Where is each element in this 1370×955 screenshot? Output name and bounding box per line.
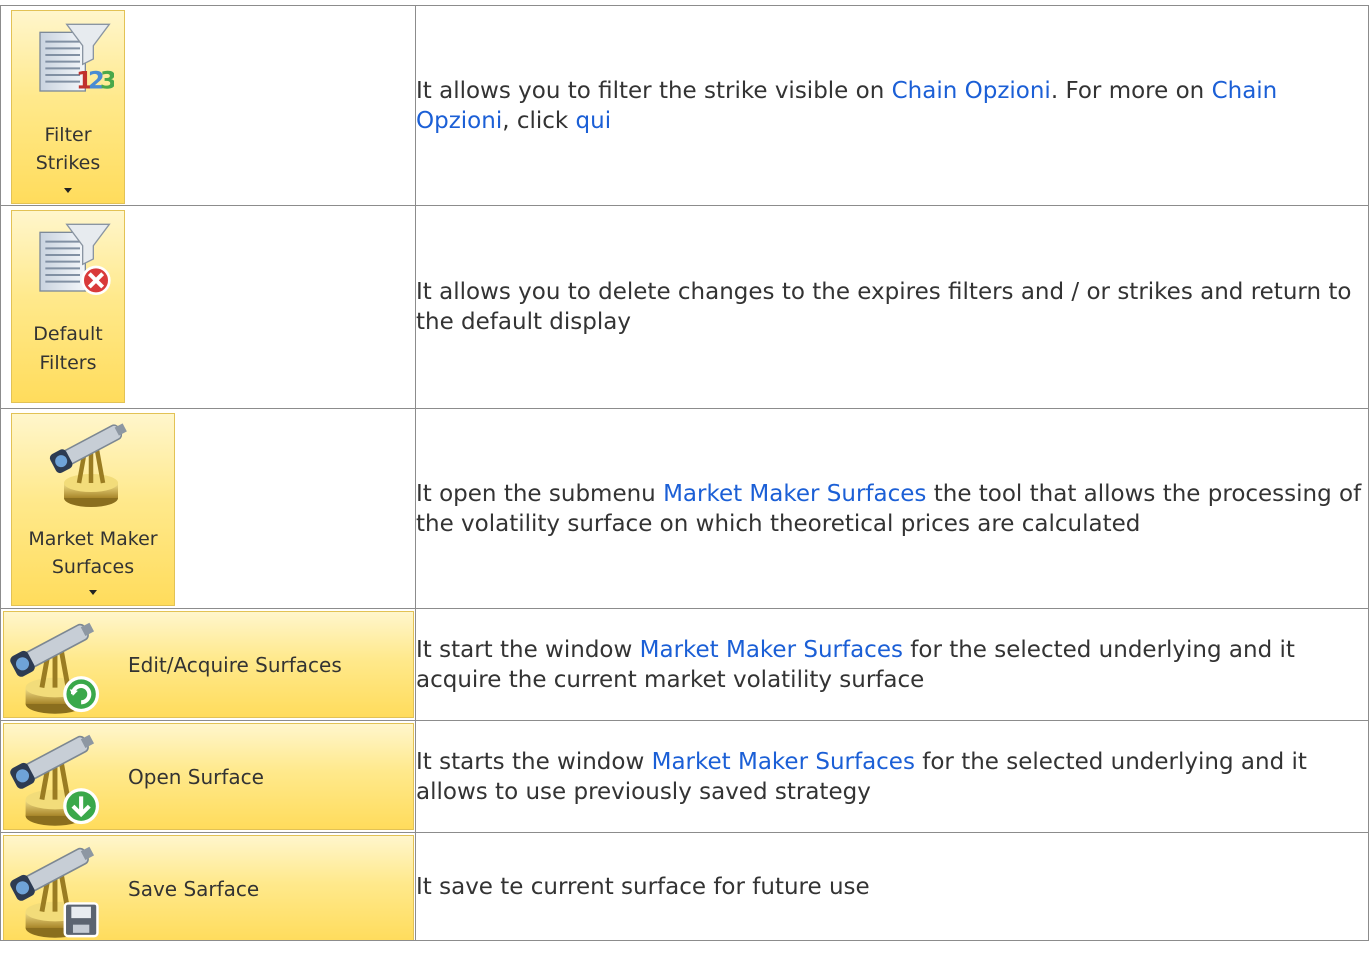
description-link[interactable]: qui [576,108,612,134]
description-text: It open the submenu [416,480,664,507]
telescope-icon [46,420,136,510]
filter-strikes-button[interactable]: 1 2 3 Filter Strikes [11,10,125,204]
filter-strikes-label-1: Filter [44,124,92,146]
market-maker-surfaces-button[interactable]: Market Maker Surfaces [11,413,175,606]
filter-strikes-label-2: Strikes [35,152,101,174]
description-link[interactable]: Market Maker Surfaces [663,481,926,507]
default-filters-label-1: Default [33,323,103,345]
telescope-download-icon [6,730,104,830]
description-text: It starts the window [416,748,652,775]
button-cell: Default Filters [0,205,416,409]
row-description: It save te current surface for future us… [415,832,1369,941]
row-description: It allows you to delete changes to the e… [415,205,1369,409]
row-description: It starts the window Market Maker Surfac… [415,720,1369,833]
description-link[interactable]: Chain Opzioni [892,78,1051,104]
default-filters-label-2: Filters [39,352,97,374]
chevron-down-icon [64,188,72,193]
description-text: . For more on [1050,77,1212,104]
edit-acquire-surfaces-label: Edit/Acquire Surfaces [128,653,342,677]
open-surface-label: Open Surface [128,765,264,789]
default-filters-icon [30,219,111,295]
row-description: It start the window Market Maker Surface… [415,608,1369,721]
table-row: Edit/Acquire Surfaces It start the windo… [0,608,1369,721]
table-row: Save Sarface It save te current surface … [0,832,1369,941]
description-text: It start the window [416,636,640,663]
button-cell: Open Surface [0,720,416,833]
button-cell: Market Maker Surfaces [0,408,416,609]
row-description: It open the submenu Market Maker Surface… [415,408,1369,609]
help-table: 1 2 3 Filter Strikes It allows you to fi… [0,5,1369,941]
market-maker-surfaces-label-1: Market Maker [28,528,158,550]
description-link[interactable]: Market Maker Surfaces [652,749,915,775]
table-row: Default Filters It allows you to delete … [0,205,1369,409]
telescope-refresh-icon [6,618,104,718]
description-text: It allows you to delete changes to the e… [416,279,1352,335]
description-text: , click [502,107,576,134]
edit-acquire-surfaces-button[interactable]: Edit/Acquire Surfaces [3,611,414,718]
market-maker-surfaces-label-2: Surfaces [51,556,135,578]
table-row: 1 2 3 Filter Strikes It allows you to fi… [0,5,1369,206]
telescope-save-icon [6,842,104,941]
description-link[interactable]: Market Maker Surfaces [640,637,903,663]
description-text: It allows you to filter the strike visib… [416,77,892,104]
open-surface-button[interactable]: Open Surface [3,723,414,830]
description-text: It save te current surface for future us… [416,873,870,900]
save-surface-label: Save Sarface [128,877,260,901]
table-row: Open Surface It starts the window Market… [0,720,1369,833]
button-cell: Edit/Acquire Surfaces [0,608,416,721]
svg-text:3: 3 [100,66,114,94]
button-cell: 1 2 3 Filter Strikes [0,5,416,206]
filter-strikes-icon: 1 2 3 [30,19,114,94]
table-row: Market Maker Surfaces It open the submen… [0,408,1369,609]
default-filters-button[interactable]: Default Filters [11,210,125,403]
button-cell: Save Sarface [0,832,416,941]
chevron-down-icon [89,590,97,595]
row-description: It allows you to filter the strike visib… [415,5,1369,206]
save-surface-button[interactable]: Save Sarface [3,835,414,941]
